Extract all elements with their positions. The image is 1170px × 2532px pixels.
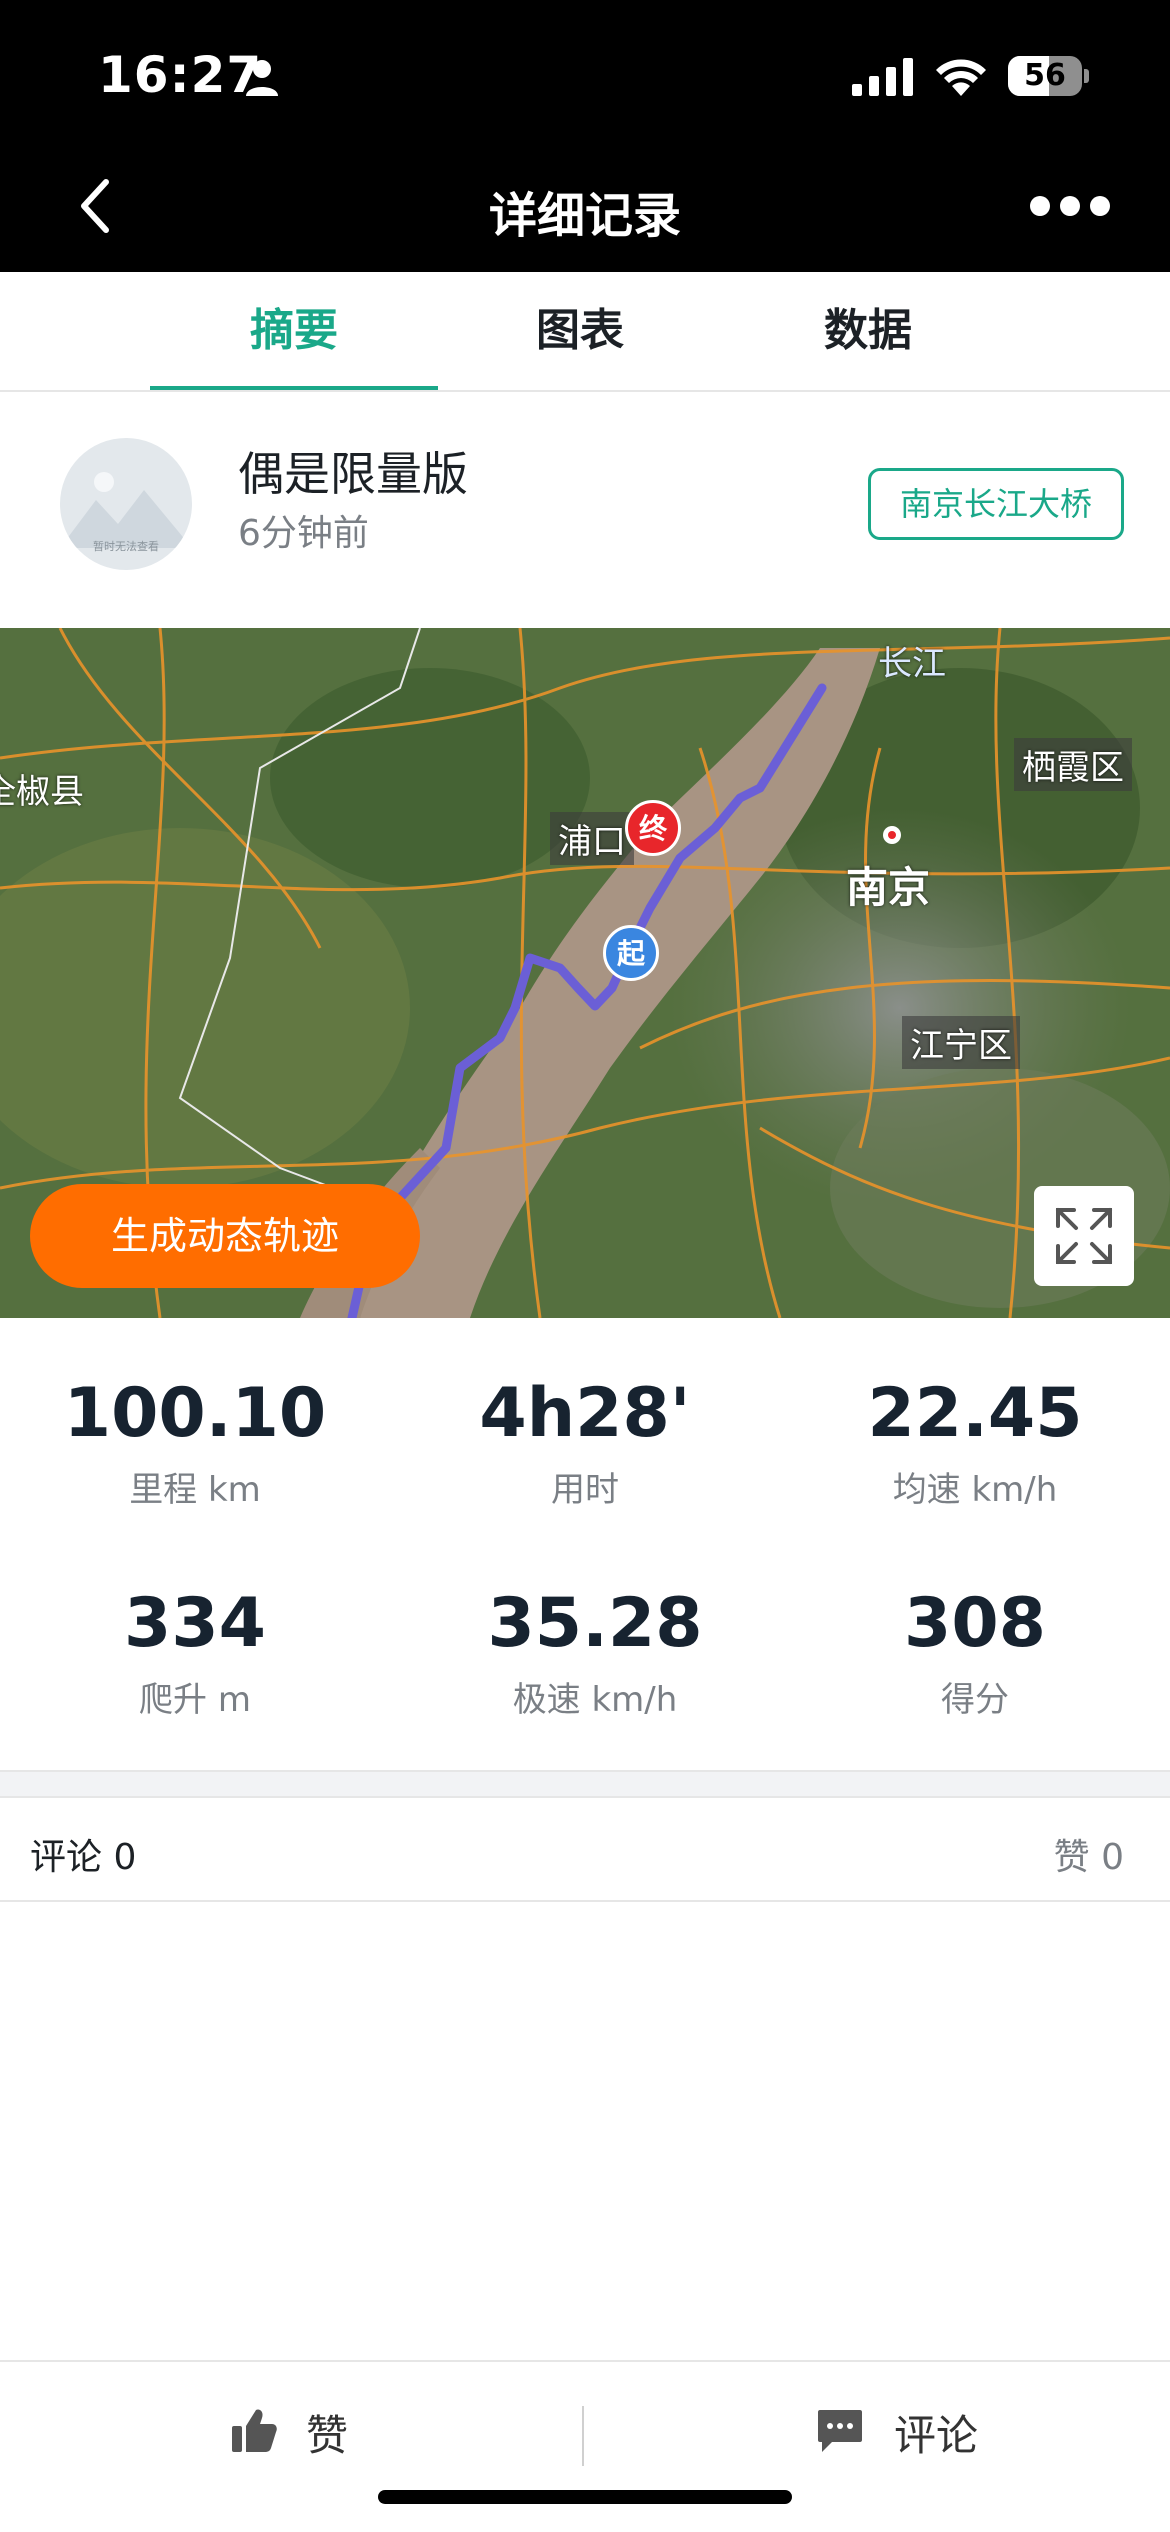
map-label-changjiang: 长江 <box>878 644 946 684</box>
like-label: 赞 <box>306 2411 349 2460</box>
route-map[interactable]: 长江 栖霞区 全椒县 浦口 南京 江宁区 终 起 生成动态轨迹 <box>0 628 1170 1318</box>
stat-value: 4h28' <box>479 1374 691 1453</box>
battery-indicator: 56 <box>1008 56 1089 96</box>
signal-icon <box>852 58 913 96</box>
post-time: 6分钟前 <box>238 513 369 554</box>
status-time: 16:27 <box>98 46 263 104</box>
generate-track-button[interactable]: 生成动态轨迹 <box>30 1184 420 1288</box>
stat-value: 334 <box>124 1584 266 1663</box>
expand-icon[interactable] <box>1034 1186 1134 1286</box>
stat-score: 308 得分 <box>780 1584 1170 1721</box>
battery-percent: 56 <box>1024 58 1066 93</box>
status-bar: 16:27 56 <box>0 0 1170 150</box>
thumbs-up-icon <box>232 2409 277 2452</box>
comment-label: 评论 <box>894 2411 979 2460</box>
map-label-qixia: 栖霞区 <box>1014 738 1132 791</box>
profile-header: 暂时无法查看 偶是限量版 6分钟前 南京长江大桥 <box>0 392 1170 628</box>
wifi-icon <box>936 59 986 96</box>
svg-text:暂时无法查看: 暂时无法查看 <box>93 539 159 553</box>
section-divider <box>0 1770 1170 1798</box>
stat-label: 爬升 m <box>139 1680 251 1720</box>
stat-avg-speed: 22.45 均速 km/h <box>780 1374 1170 1511</box>
end-pin: 终 <box>625 800 681 856</box>
tab-summary[interactable]: 摘要 <box>150 272 438 390</box>
page-title: 详细记录 <box>488 188 681 244</box>
start-pin: 起 <box>603 925 659 981</box>
username[interactable]: 偶是限量版 <box>238 438 468 504</box>
stat-distance: 100.10 里程 km <box>0 1374 390 1511</box>
likes-count[interactable]: 赞 0 <box>1054 1828 1124 1880</box>
stat-duration: 4h28' 用时 <box>390 1374 780 1511</box>
map-label-jiangning: 江宁区 <box>902 1016 1020 1069</box>
stat-label: 极速 km/h <box>512 1680 678 1720</box>
stats-grid: 100.10 里程 km 4h28' 用时 22.45 均速 km/h 334 … <box>0 1318 1170 1770</box>
person-icon <box>246 60 278 96</box>
map-label-pukou: 浦口 <box>550 812 634 865</box>
stat-value: 35.28 <box>487 1584 703 1663</box>
map-label-nanjing: 南京 <box>846 863 931 912</box>
stat-climb: 334 爬升 m <box>0 1584 390 1721</box>
stat-value: 308 <box>904 1584 1046 1663</box>
tab-bar: 摘要 图表 数据 <box>0 272 1170 392</box>
comments-count[interactable]: 评论 0 <box>30 1828 136 1880</box>
tab-data[interactable]: 数据 <box>724 272 1012 390</box>
stat-label: 均速 km/h <box>892 1470 1058 1510</box>
stat-label: 用时 <box>551 1470 619 1510</box>
image-placeholder-icon: 暂时无法查看 <box>60 472 192 553</box>
tab-charts[interactable]: 图表 <box>436 272 724 390</box>
like-button[interactable]: 赞 <box>0 2362 584 2492</box>
bottom-action-bar: 赞 评论 <box>0 2360 1170 2532</box>
stat-label: 里程 km <box>129 1470 261 1510</box>
stat-value: 22.45 <box>867 1374 1083 1453</box>
top-bar: 16:27 56 详细记录 <box>0 0 1170 272</box>
home-indicator[interactable] <box>378 2490 792 2504</box>
avatar[interactable]: 暂时无法查看 <box>60 438 192 570</box>
stat-label: 得分 <box>941 1680 1009 1720</box>
comments-summary: 评论 0 赞 0 <box>0 1798 1170 1902</box>
stat-max-speed: 35.28 极速 km/h <box>400 1584 790 1721</box>
stat-value: 100.10 <box>63 1374 327 1453</box>
comment-button[interactable]: 评论 <box>584 2362 1168 2492</box>
map-label-quanjiao: 全椒县 <box>0 772 84 812</box>
more-options-icon[interactable] <box>1030 196 1110 216</box>
location-badge[interactable]: 南京长江大桥 <box>868 468 1124 540</box>
comment-icon <box>818 2410 862 2452</box>
